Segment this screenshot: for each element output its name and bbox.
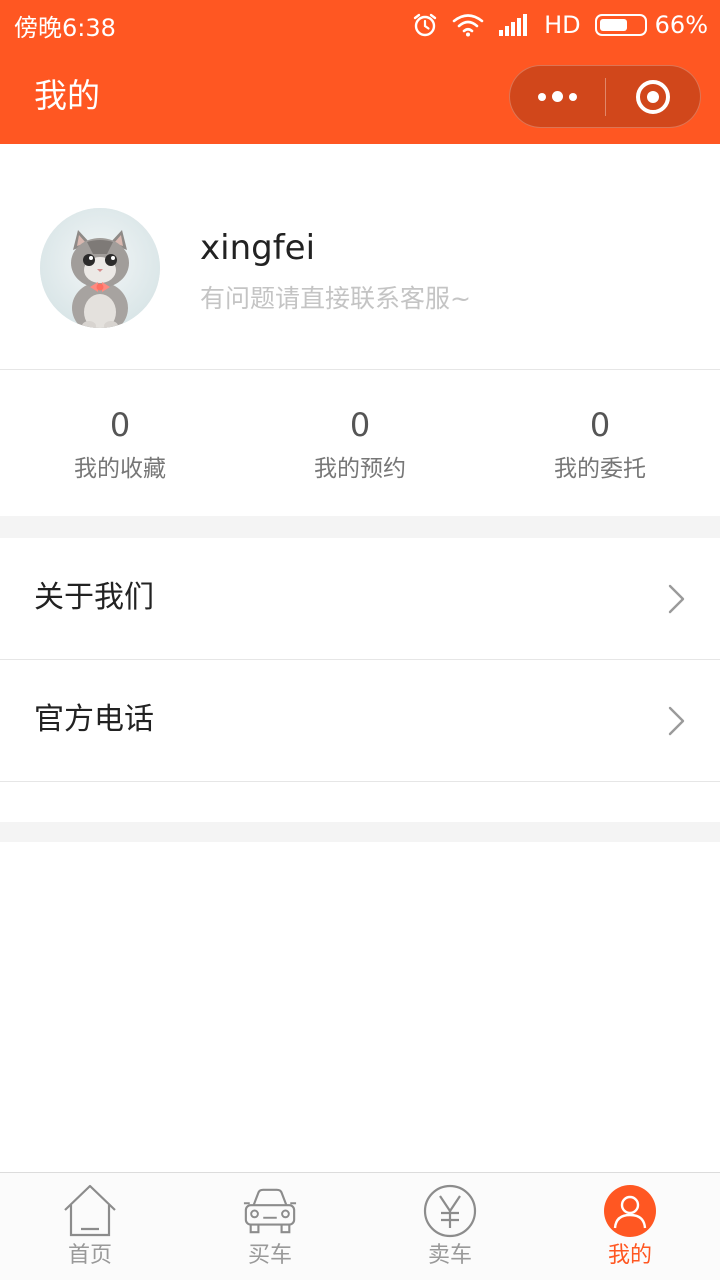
close-mini-program-button[interactable]	[606, 66, 701, 127]
menu-item-label: 官方电话	[34, 702, 154, 737]
tab-label: 买车	[247, 1243, 292, 1268]
section-separator	[0, 516, 720, 538]
stat-favorites[interactable]: 0 我的收藏	[0, 370, 240, 516]
tab-mine[interactable]: 我的	[540, 1173, 720, 1280]
mini-program-capsule	[509, 65, 701, 128]
car-icon	[242, 1183, 298, 1239]
yen-icon	[422, 1183, 478, 1239]
profile-header: xingfei 有问题请直接联系客服~	[0, 144, 720, 369]
tab-sell-car[interactable]: 卖车	[360, 1173, 540, 1280]
stat-label: 我的预约	[314, 456, 406, 482]
profile-tagline: 有问题请直接联系客服~	[200, 284, 471, 313]
tab-label: 卖车	[427, 1243, 472, 1268]
nav-bar: 我的	[0, 50, 720, 144]
stat-label: 我的委托	[554, 456, 646, 482]
tab-label: 我的	[607, 1243, 652, 1268]
stat-count: 0	[589, 406, 611, 444]
menu-item-official-phone[interactable]: 官方电话	[0, 660, 720, 781]
user-icon	[602, 1183, 658, 1239]
more-button[interactable]	[510, 66, 605, 127]
battery-level	[599, 19, 628, 31]
divider	[0, 781, 720, 782]
battery-indicator: 66%	[594, 11, 708, 39]
more-dots-icon	[537, 91, 577, 102]
username: xingfei	[200, 228, 316, 268]
status-time: 傍晚6:38	[14, 13, 116, 42]
chevron-right-icon	[668, 584, 685, 614]
menu-item-label: 关于我们	[34, 580, 154, 615]
stat-count: 0	[349, 406, 371, 444]
stat-consignments[interactable]: 0 我的委托	[480, 370, 720, 516]
battery-icon	[594, 14, 647, 36]
kitten-avatar-icon	[40, 208, 160, 328]
stat-label: 我的收藏	[74, 456, 166, 482]
home-icon	[62, 1183, 118, 1239]
wifi-icon	[452, 13, 484, 37]
avatar[interactable]	[40, 208, 160, 328]
network-type: HD	[544, 11, 581, 39]
battery-percent: 66%	[654, 11, 708, 39]
signal-icon	[498, 13, 530, 37]
target-icon	[635, 79, 670, 114]
page-title: 我的	[34, 76, 100, 115]
menu-item-about-us[interactable]: 关于我们	[0, 538, 720, 659]
tab-home[interactable]: 首页	[0, 1173, 180, 1280]
stats-row: 0 我的收藏 0 我的预约 0 我的委托	[0, 370, 720, 516]
chevron-right-icon	[668, 706, 685, 736]
stat-appointments[interactable]: 0 我的预约	[240, 370, 480, 516]
section-separator	[0, 822, 720, 842]
alarm-icon	[412, 12, 438, 38]
tab-label: 首页	[67, 1243, 112, 1268]
tab-buy-car[interactable]: 买车	[180, 1173, 360, 1280]
tab-bar: 首页 买车 卖车 我的	[0, 1172, 720, 1280]
status-bar: 傍晚6:38 HD 66%	[0, 0, 720, 50]
stat-count: 0	[109, 406, 131, 444]
